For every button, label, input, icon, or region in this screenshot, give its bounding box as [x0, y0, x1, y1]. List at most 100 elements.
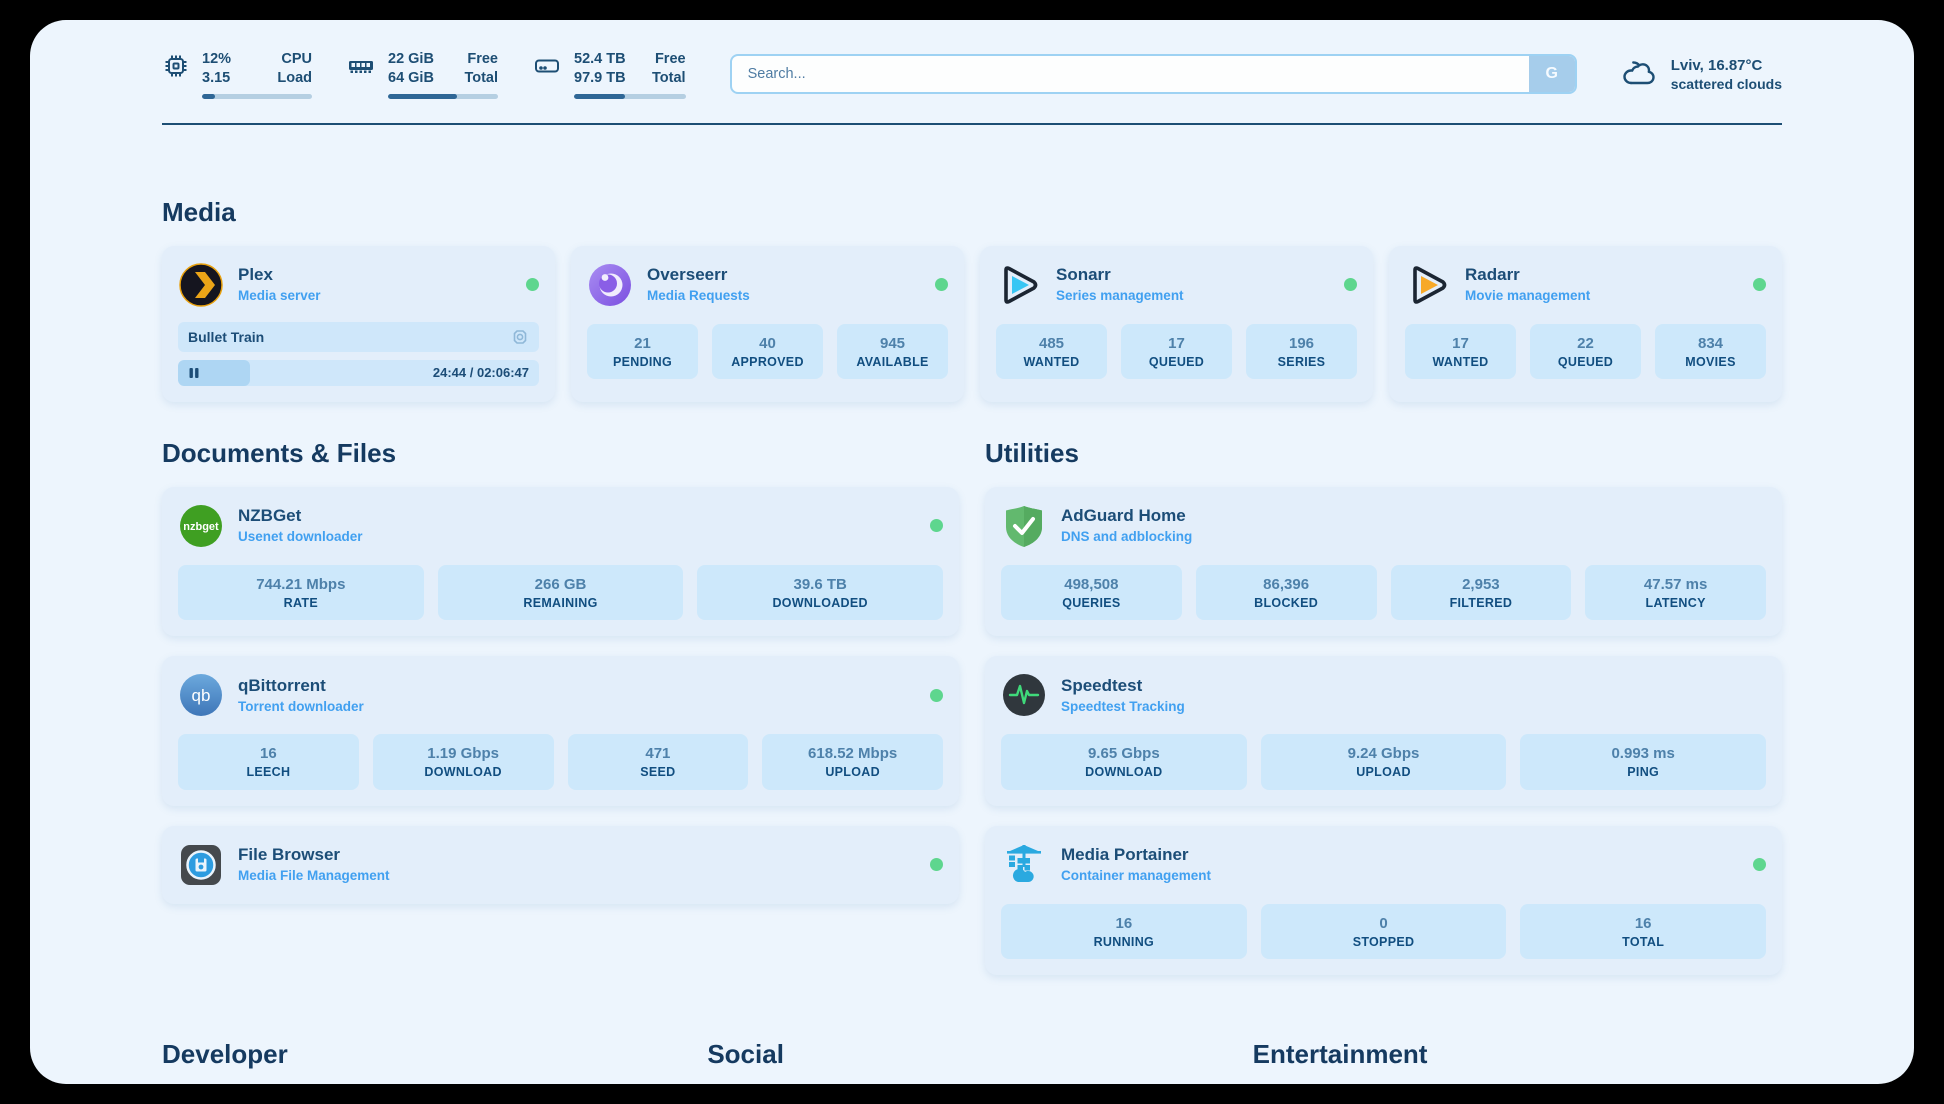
section-heading-social: Social [707, 1039, 1236, 1070]
status-dot [935, 278, 948, 291]
app-name: NZBGet [238, 505, 363, 528]
app-desc: Media server [238, 287, 321, 305]
cpu-progress-bar [202, 94, 312, 99]
plex-icon [178, 262, 224, 308]
stat-box: 618.52 Mbps UPLOAD [762, 734, 943, 790]
nzbget-card[interactable]: nzbget NZBGet Usenet downloader 744.21 M… [162, 487, 959, 637]
resource-monitors: 12% 3.15 CPU Load [162, 50, 686, 99]
stat-box: 22 QUEUED [1530, 324, 1641, 380]
filebrowser-icon [178, 842, 224, 888]
weather-location-temp: Lviv, 16.87°C [1671, 56, 1782, 76]
status-dot [526, 278, 539, 291]
stat-box: 471 SEED [568, 734, 749, 790]
weather-condition: scattered clouds [1671, 75, 1782, 93]
stat-box: 86,396 BLOCKED [1196, 565, 1377, 621]
playback-progress-bar[interactable]: 24:44 / 02:06:47 [178, 360, 539, 386]
stat-box: 0 STOPPED [1261, 904, 1507, 960]
portainer-card[interactable]: Media Portainer Container management 16 … [985, 826, 1782, 976]
adguard-icon [1001, 503, 1047, 549]
cpu-load-label: Load [274, 69, 312, 88]
stat-box: 17 WANTED [1405, 324, 1516, 380]
speedtest-icon [1001, 672, 1047, 718]
stat-box: 744.21 Mbps RATE [178, 565, 424, 621]
disk-progress-bar [574, 94, 686, 99]
app-desc: Container management [1061, 867, 1211, 885]
cpu-label: CPU [274, 50, 312, 69]
app-desc: Speedtest Tracking [1061, 698, 1185, 716]
stat-box: 2,953 FILTERED [1391, 565, 1572, 621]
app-name: Speedtest [1061, 675, 1185, 698]
status-dot [1753, 858, 1766, 871]
overseerr-card[interactable]: Overseerr Media Requests 21 PENDING 40 A… [571, 246, 964, 402]
qbittorrent-card[interactable]: qb qBittorrent Torrent downloader 16 LEE… [162, 656, 959, 806]
weather-widget: Lviv, 16.87°C scattered clouds [1621, 56, 1782, 94]
speedtest-card[interactable]: Speedtest Speedtest Tracking 9.65 Gbps D… [985, 656, 1782, 806]
disk-icon [532, 52, 562, 80]
cpu-usage-value: 12% [202, 50, 252, 69]
app-desc: Media File Management [238, 867, 390, 885]
stat-box: 47.57 ms LATENCY [1585, 565, 1766, 621]
now-playing-title: Bullet Train [188, 329, 264, 345]
stat-box: 9.24 Gbps UPLOAD [1261, 734, 1507, 790]
status-dot [930, 519, 943, 532]
app-desc: Media Requests [647, 287, 750, 305]
disk-free-value: 52.4 TB [574, 50, 626, 69]
portainer-icon [1001, 842, 1047, 888]
stat-box: 17 QUEUED [1121, 324, 1232, 380]
adguard-card[interactable]: AdGuard Home DNS and adblocking 498,508 … [985, 487, 1782, 637]
status-dot [930, 689, 943, 702]
sonarr-icon [996, 262, 1042, 308]
section-heading-media: Media [162, 197, 1782, 228]
search-engine-button[interactable]: G [1529, 56, 1575, 92]
cloud-icon [1621, 58, 1659, 90]
section-heading-documents: Documents & Files [162, 438, 959, 469]
stat-box: 0.993 ms PING [1520, 734, 1766, 790]
pause-icon[interactable] [188, 367, 200, 379]
section-heading-utilities: Utilities [985, 438, 1782, 469]
section-heading-developer: Developer [162, 1039, 691, 1070]
sonarr-card[interactable]: Sonarr Series management 485 WANTED 17 Q… [980, 246, 1373, 402]
qbittorrent-icon: qb [178, 672, 224, 718]
memory-icon [346, 52, 376, 80]
disk-total-value: 97.9 TB [574, 69, 626, 88]
playback-time: 24:44 / 02:06:47 [433, 365, 539, 380]
memory-total-label: Total [460, 69, 498, 88]
cpu-load-value: 3.15 [202, 69, 252, 88]
app-name: Media Portainer [1061, 844, 1211, 867]
stat-box: 266 GB REMAINING [438, 565, 684, 621]
cpu-icon [162, 52, 190, 80]
app-desc: Movie management [1465, 287, 1590, 305]
disk-total-label: Total [648, 69, 686, 88]
overseerr-icon [587, 262, 633, 308]
app-desc: DNS and adblocking [1061, 528, 1192, 546]
nzbget-icon: nzbget [178, 503, 224, 549]
disk-free-label: Free [648, 50, 686, 69]
memory-monitor: 22 GiB 64 GiB Free Total [346, 50, 498, 99]
radarr-card[interactable]: Radarr Movie management 17 WANTED 22 QUE… [1389, 246, 1782, 402]
stat-box: 945 AVAILABLE [837, 324, 948, 380]
camera-icon[interactable] [511, 328, 529, 346]
radarr-icon [1405, 262, 1451, 308]
topbar: 12% 3.15 CPU Load [162, 50, 1782, 99]
stat-box: 39.6 TB DOWNLOADED [697, 565, 943, 621]
status-dot [1753, 278, 1766, 291]
section-heading-entertainment: Entertainment [1253, 1039, 1782, 1070]
dashboard-window: 12% 3.15 CPU Load [30, 20, 1914, 1084]
app-name: Plex [238, 264, 321, 287]
status-dot [930, 858, 943, 871]
stat-box: 834 MOVIES [1655, 324, 1766, 380]
app-desc: Torrent downloader [238, 698, 364, 716]
app-desc: Usenet downloader [238, 528, 363, 546]
stat-box: 16 TOTAL [1520, 904, 1766, 960]
memory-total-value: 64 GiB [388, 69, 438, 88]
filebrowser-card[interactable]: File Browser Media File Management [162, 826, 959, 904]
svg-text:nzbget: nzbget [183, 521, 219, 533]
plex-card[interactable]: Plex Media server Bullet Train [162, 246, 555, 402]
search-input[interactable] [732, 56, 1529, 92]
cpu-monitor: 12% 3.15 CPU Load [162, 50, 312, 99]
stat-box: 21 PENDING [587, 324, 698, 380]
topbar-divider [162, 123, 1782, 125]
stat-box: 196 SERIES [1246, 324, 1357, 380]
stat-box: 16 LEECH [178, 734, 359, 790]
stat-box: 1.19 Gbps DOWNLOAD [373, 734, 554, 790]
